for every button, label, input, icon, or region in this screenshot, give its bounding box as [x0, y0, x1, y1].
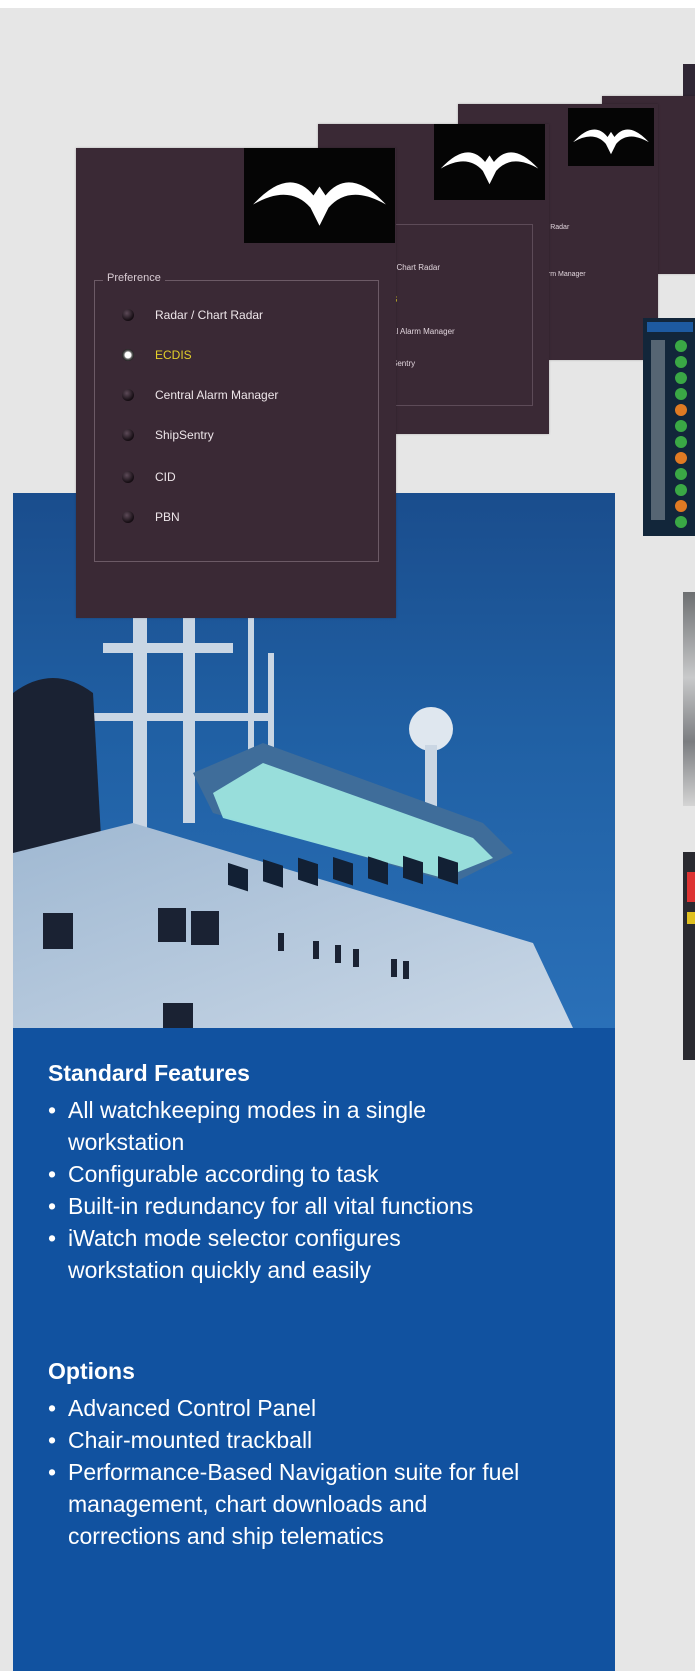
- list-item: Configurable according to task: [48, 1158, 588, 1190]
- list-item: All watchkeeping modes in a single works…: [48, 1094, 488, 1158]
- radio-button-icon[interactable]: [122, 309, 134, 321]
- back-window-1-item: / Chart Radar: [392, 263, 441, 272]
- radio-button-selected-icon[interactable]: [122, 349, 134, 361]
- options-list: Advanced Control Panel Chair-mounted tra…: [48, 1392, 588, 1552]
- option-label: CID: [155, 470, 176, 484]
- features-box: Standard Features All watchkeeping modes…: [13, 1028, 615, 1671]
- option-label: ECDIS: [155, 348, 192, 362]
- list-item: Performance-Based Navigation suite for f…: [48, 1456, 538, 1552]
- radio-button-icon[interactable]: [122, 471, 134, 483]
- list-item: Chair-mounted trackball: [48, 1424, 588, 1456]
- radio-button-icon[interactable]: [122, 389, 134, 401]
- side-panel-dark: [683, 852, 695, 1060]
- preference-window: Preference Radar / Chart Radar ECDIS Cen…: [76, 148, 396, 618]
- logo-icon: [434, 124, 545, 200]
- preference-group: Preference Radar / Chart Radar ECDIS Cen…: [94, 272, 379, 562]
- options-title: Options: [48, 1358, 135, 1384]
- list-item: Built-in redundancy for all vital functi…: [48, 1190, 588, 1222]
- logo-icon: [568, 108, 654, 166]
- option-label: ShipSentry: [155, 428, 214, 442]
- list-item: Advanced Control Panel: [48, 1392, 588, 1424]
- back-window-1-item: S: [392, 284, 455, 316]
- back-window-1-item: Sentry: [392, 359, 416, 368]
- logo-icon: [244, 148, 395, 243]
- side-panel-status-list: [643, 318, 695, 536]
- preference-legend: Preference: [103, 272, 165, 284]
- list-item: iWatch mode selector configures workstat…: [48, 1222, 488, 1286]
- back-window-2-list: rt Radar arm Manager: [544, 204, 586, 298]
- option-label: PBN: [155, 510, 180, 524]
- back-window-2-item: arm Manager: [544, 271, 586, 278]
- standard-features-list: All watchkeeping modes in a single works…: [48, 1094, 588, 1286]
- back-window-1-item: al Alarm Manager: [392, 327, 455, 336]
- back-window-1-list: / Chart Radar S al Alarm Manager Sentry: [392, 252, 455, 380]
- side-panel-image: [683, 592, 695, 806]
- option-label: Radar / Chart Radar: [155, 308, 264, 322]
- radio-button-icon[interactable]: [122, 429, 134, 441]
- standard-features-title: Standard Features: [48, 1060, 250, 1086]
- option-label: Central Alarm Manager: [155, 388, 279, 402]
- back-window-2-item: rt Radar: [544, 224, 570, 231]
- radio-button-icon[interactable]: [122, 511, 134, 523]
